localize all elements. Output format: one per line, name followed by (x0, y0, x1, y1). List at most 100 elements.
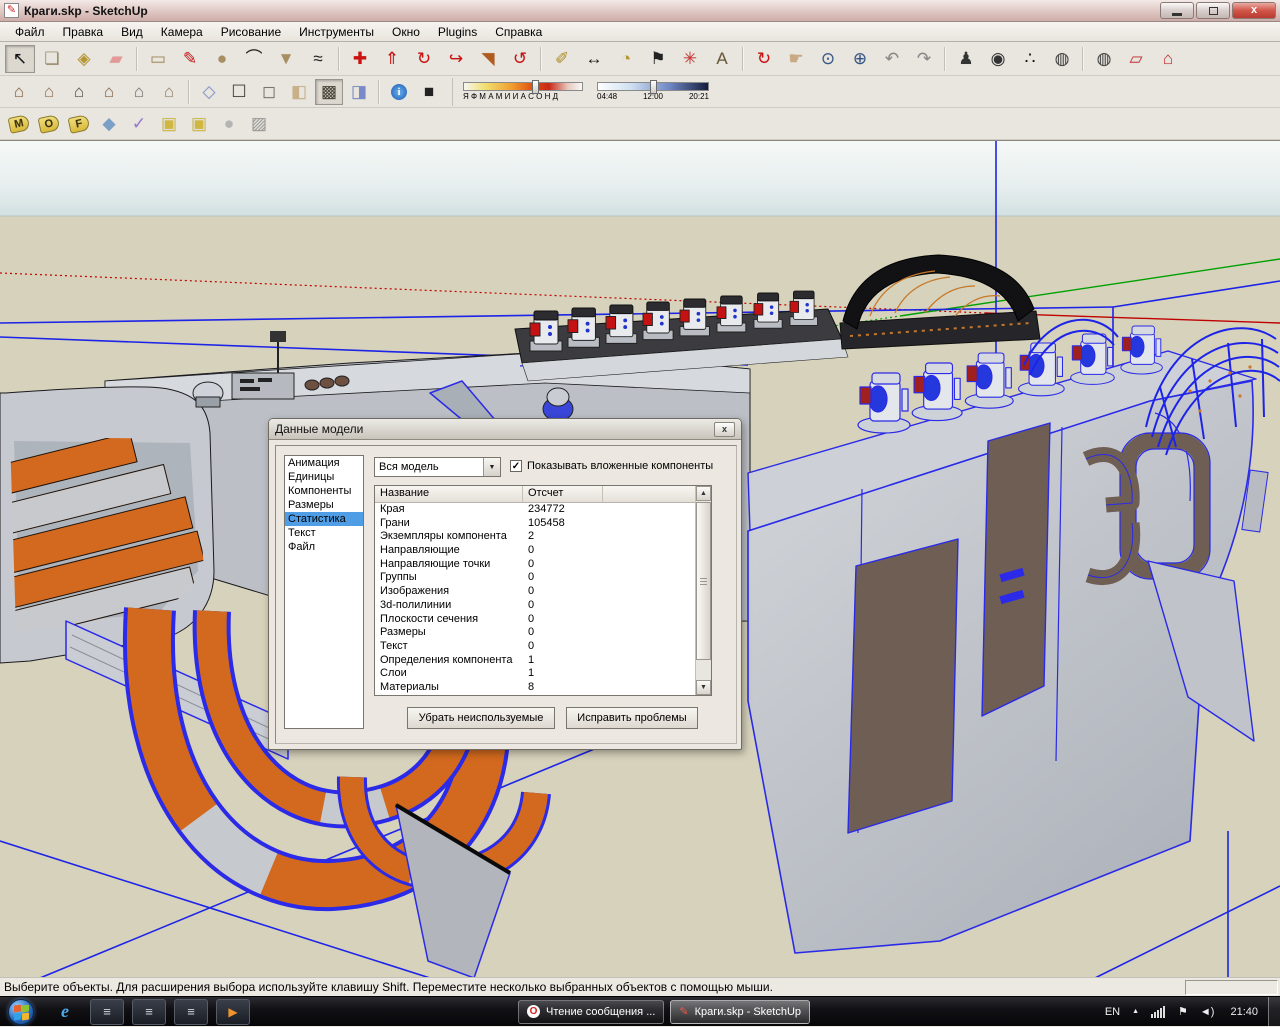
tag-m-button[interactable]: M (5, 111, 33, 137)
text-tool-button[interactable]: ⚑ (643, 45, 673, 73)
style-monochrome-button[interactable]: ◨ (345, 79, 373, 105)
table-row[interactable]: Текст0 (375, 640, 695, 654)
table-row[interactable]: Грани105458 (375, 517, 695, 531)
minimize-button[interactable] (1160, 2, 1194, 19)
tag-f-button[interactable]: F (65, 111, 93, 137)
table-scrollbar[interactable]: ▲ ▼ (695, 486, 711, 695)
dialog-nav-компоненты[interactable]: Компоненты (285, 484, 363, 498)
style-xray-button[interactable]: ◇ (195, 79, 223, 105)
freehand-tool-button[interactable]: ≈ (303, 45, 333, 73)
circle-tool-button[interactable]: ● (207, 45, 237, 73)
orbit-tool-button[interactable]: ↻ (749, 45, 779, 73)
window-tile-2-icon[interactable]: ≡ (132, 999, 166, 1025)
view-left-button[interactable]: ⌂ (35, 79, 63, 105)
axes-tool-button[interactable]: ✳ (675, 45, 705, 73)
rotate-tool-button[interactable]: ↻ (409, 45, 439, 73)
eraser-tool-button[interactable]: ▰ (101, 45, 131, 73)
display-section-cuts-toggle-button[interactable]: ▱ (1121, 45, 1151, 73)
dialog-close-button[interactable]: x (714, 422, 735, 437)
section-plane-tool-button[interactable]: ◍ (1047, 45, 1077, 73)
purge-unused-button[interactable]: Убрать неиспользуемые (407, 707, 555, 729)
position-camera-tool-button[interactable]: ♟ (951, 45, 981, 73)
section-fill-toggle-button[interactable]: ⌂ (1153, 45, 1183, 73)
make-component-tool-button[interactable]: ❏ (37, 45, 67, 73)
view-back-button[interactable]: ⌂ (95, 79, 123, 105)
close-button[interactable]: x (1232, 2, 1276, 19)
media-player-icon[interactable]: ▶ (216, 999, 250, 1025)
scrollbar-thumb[interactable] (696, 502, 711, 660)
table-row[interactable]: Края234772 (375, 503, 695, 517)
table-row[interactable]: Направляющие точки0 (375, 558, 695, 572)
look-around-tool-button[interactable]: ◉ (983, 45, 1013, 73)
date-slider-thumb[interactable] (532, 80, 539, 94)
shadow-date-slider[interactable] (463, 82, 583, 91)
dialog-titlebar[interactable]: Данные модели x (269, 419, 741, 440)
hidden-icons-button[interactable]: ▲ (1132, 1008, 1139, 1015)
follow-me-tool-button[interactable]: ↪ (441, 45, 471, 73)
dialog-nav-текст[interactable]: Текст (285, 526, 363, 540)
table-header[interactable]: Название Отсчет (375, 486, 711, 503)
plugin-check-button[interactable]: ✓ (125, 111, 153, 137)
menu-file[interactable]: Файл (6, 23, 54, 41)
zoom-previous-tool-button[interactable]: ↶ (877, 45, 907, 73)
dark-cube-button[interactable]: ■ (415, 79, 443, 105)
offset-tool-button[interactable]: ↺ (505, 45, 535, 73)
line-tool-button[interactable]: ✎ (175, 45, 205, 73)
style-hidden-line-button[interactable]: ◻ (255, 79, 283, 105)
model-info-dialog[interactable]: Данные модели x АнимацияЕдиницыКомпонент… (268, 418, 742, 750)
statistics-table[interactable]: Название Отсчет Края234772Грани105458Экз… (374, 485, 712, 696)
action-center-icon[interactable]: ⚑ (1178, 1005, 1188, 1018)
rectangle-tool-button[interactable]: ▭ (143, 45, 173, 73)
style-wireframe-button[interactable]: ☐ (225, 79, 253, 105)
style-shaded-textures-button[interactable]: ▩ (315, 79, 343, 105)
shadow-time-slider[interactable] (597, 82, 709, 91)
polygon-tool-button[interactable]: ▼ (271, 45, 301, 73)
zoom-extents-tool-button[interactable]: ⊕ (845, 45, 875, 73)
table-row[interactable]: 3d-полилинии0 (375, 599, 695, 613)
menu-draw[interactable]: Рисование (212, 23, 290, 41)
table-row[interactable]: Слои1 (375, 667, 695, 681)
view-iso-button[interactable]: ⌂ (5, 79, 33, 105)
push-pull-tool-button[interactable]: ⇑ (377, 45, 407, 73)
pan-tool-button[interactable]: ☛ (781, 45, 811, 73)
move-tool-button[interactable]: ✚ (345, 45, 375, 73)
column-header-count[interactable]: Отсчет (523, 486, 603, 502)
scrollbar-up-icon[interactable]: ▲ (696, 486, 711, 501)
walk-tool-button[interactable]: ∴ (1015, 45, 1045, 73)
dropdown-arrow-icon[interactable]: ▼ (483, 458, 500, 476)
dialog-nav-статистика[interactable]: Статистика (285, 512, 363, 526)
nested-components-checkbox-row[interactable]: ✓ Показывать вложенные компоненты (510, 460, 713, 472)
style-shaded-button[interactable]: ◧ (285, 79, 313, 105)
menu-camera[interactable]: Камера (152, 23, 212, 41)
restore-button[interactable] (1196, 2, 1230, 19)
plugin-folder-light-1-button[interactable]: ▣ (155, 111, 183, 137)
time-slider-thumb[interactable] (650, 80, 657, 94)
zoom-tool-button[interactable]: ⊙ (813, 45, 843, 73)
menu-tools[interactable]: Инструменты (290, 23, 383, 41)
protractor-tool-button[interactable]: ◔ (611, 45, 641, 73)
tag-o-button[interactable]: O (35, 111, 63, 137)
3d-text-tool-button[interactable]: A (707, 45, 737, 73)
window-tile-1-icon[interactable]: ≡ (90, 999, 124, 1025)
paint-bucket-tool-button[interactable]: ◈ (69, 45, 99, 73)
checkbox-icon[interactable]: ✓ (510, 460, 522, 472)
volume-icon[interactable]: ◄) (1200, 1006, 1215, 1018)
start-button[interactable] (8, 999, 34, 1025)
view-front-button[interactable]: ⌂ (65, 79, 93, 105)
zoom-next-tool-button[interactable]: ↷ (909, 45, 939, 73)
measurements-box[interactable] (1185, 980, 1278, 995)
table-row[interactable]: Группы0 (375, 571, 695, 585)
task-opera-message-taskbar-button[interactable]: OЧтение сообщения ... (518, 1000, 664, 1024)
internet-explorer-icon[interactable]: e (48, 999, 82, 1025)
table-row[interactable]: Размеры0 (375, 626, 695, 640)
table-row[interactable]: Материалы8 (375, 681, 695, 695)
table-row[interactable]: Экземпляры компонента2 (375, 530, 695, 544)
scale-tool-button[interactable]: ◥ (473, 45, 503, 73)
show-desktop-button[interactable] (1268, 997, 1280, 1027)
table-row[interactable]: Определения компонента1 (375, 654, 695, 668)
view-right-button[interactable]: ⌂ (125, 79, 153, 105)
dialog-nav-list[interactable]: АнимацияЕдиницыКомпонентыРазмерыСтатисти… (284, 455, 364, 729)
table-row[interactable]: Изображения0 (375, 585, 695, 599)
component-info-button[interactable]: i (385, 79, 413, 105)
arc-tool-button[interactable]: ⌒ (239, 45, 269, 73)
